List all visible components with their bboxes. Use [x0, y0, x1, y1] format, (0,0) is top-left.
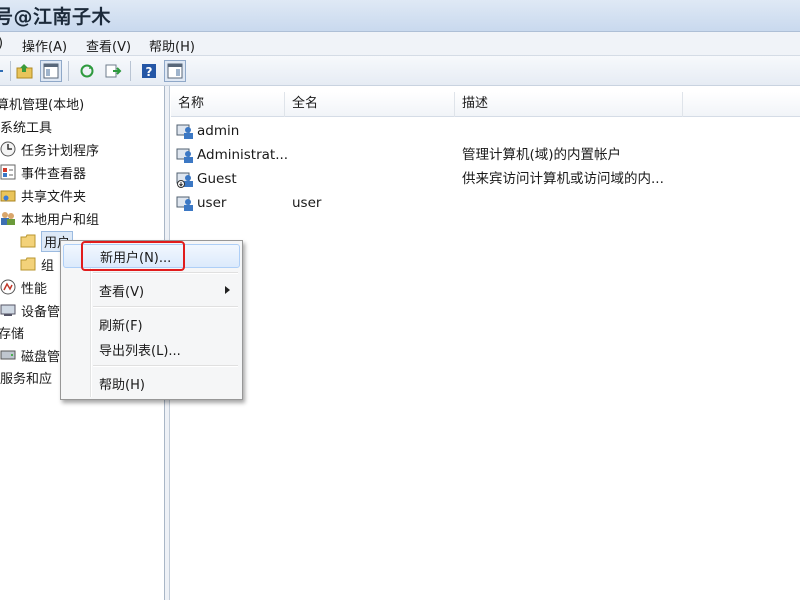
menu-item-help[interactable]: 帮助(H) — [63, 371, 240, 395]
menu-help[interactable]: 帮助(H) — [149, 36, 195, 55]
clock-icon — [0, 141, 16, 157]
window-title: 号@江南子木 — [0, 6, 112, 28]
user-fullname — [292, 167, 452, 191]
user-fullname — [292, 119, 452, 143]
tree-item-shared-folders[interactable]: 共享文件夹 — [0, 184, 86, 206]
title-bar[interactable]: 号@江南子木 — [0, 0, 800, 32]
tree-item-task-scheduler[interactable]: 任务计划程序 — [0, 138, 99, 160]
users-list-view: 名称 全名 描述 admin Administrat... 管理计算机(域)的内… — [171, 86, 800, 600]
export-icon[interactable] — [102, 60, 124, 82]
menu-separator — [93, 306, 238, 307]
tree-item-performance[interactable]: 性能 — [0, 276, 47, 298]
tree-item-label: 服务和应 — [0, 371, 53, 387]
tree-item-label: 任务计划程序 — [21, 143, 100, 159]
properties-icon[interactable] — [164, 60, 186, 82]
tree-item-groups[interactable]: 组 — [20, 253, 54, 275]
user-name-cell: admin — [176, 119, 289, 143]
help-icon[interactable]: ? — [138, 60, 160, 82]
event-viewer-icon — [0, 164, 16, 180]
disk-icon — [0, 350, 16, 360]
user-name-cell: user — [176, 191, 289, 215]
tree-item-label: 磁盘管 — [21, 349, 61, 365]
refresh-icon[interactable] — [76, 60, 98, 82]
user-description — [462, 119, 782, 143]
disabled-user-icon — [176, 172, 193, 188]
user-fullname: user — [292, 195, 322, 211]
user-icon — [176, 196, 193, 211]
tree-item-label: 性能 — [21, 281, 48, 297]
toolbar: ? — [0, 56, 800, 86]
menu-item-export-list[interactable]: 导出列表(L)... — [63, 337, 240, 361]
list-row[interactable]: Administrat... 管理计算机(域)的内置帐户 — [171, 143, 800, 167]
menu-separator — [93, 272, 238, 273]
tree-item-system-tools[interactable]: 系统工具 — [0, 115, 52, 137]
tree-item-event-viewer[interactable]: 事件查看器 — [0, 161, 86, 183]
folder-icon — [20, 234, 36, 248]
submenu-arrow-icon — [225, 286, 230, 294]
tree-item-label: 组 — [41, 258, 55, 274]
tree-item-services-apps[interactable]: 服务和应 — [0, 366, 52, 388]
folder-icon — [20, 257, 36, 271]
toolbar-separator — [130, 61, 131, 81]
menu-item-refresh[interactable]: 刷新(F) — [63, 312, 240, 336]
performance-icon — [0, 279, 16, 295]
svg-text:?: ? — [146, 65, 153, 79]
user-icon — [176, 148, 193, 163]
column-header-description[interactable]: 描述 — [455, 92, 683, 117]
list-header: 名称 全名 描述 — [171, 92, 800, 117]
users-groups-icon — [1, 212, 15, 225]
tree-item-label: 设备管 — [21, 304, 61, 320]
toolbar-separator — [68, 61, 69, 81]
tree-item-computer-management[interactable]: 算机管理(本地) — [0, 92, 84, 114]
tree-item-disk-management[interactable]: 磁盘管 — [0, 344, 60, 366]
user-name: Administrat... — [197, 147, 289, 163]
red-highlight-box — [81, 241, 185, 271]
tree-item-local-users-groups[interactable]: 本地用户和组 — [0, 207, 99, 229]
menu-separator — [93, 365, 238, 366]
menu-item-view[interactable]: 查看(V) — [63, 278, 240, 302]
user-name-cell: Administrat... — [176, 143, 289, 167]
list-row[interactable]: user user — [171, 191, 800, 215]
menu-bar: ) 操作(A) 查看(V) 帮助(H) — [0, 32, 800, 56]
toolbar-separator — [10, 61, 11, 81]
menu-item-label: 查看(V) — [99, 284, 145, 300]
user-description: 管理计算机(域)的内置帐户 — [462, 147, 622, 163]
shared-folder-icon — [0, 190, 16, 202]
tree-item-label: 事件查看器 — [21, 166, 87, 182]
device-manager-icon — [0, 304, 16, 316]
column-header-name[interactable]: 名称 — [171, 92, 285, 117]
tree-item-label: 系统工具 — [0, 120, 53, 136]
user-icon — [176, 124, 193, 139]
tree-item-label: 存储 — [0, 326, 25, 342]
menu-action[interactable]: 操作(A) — [22, 36, 67, 55]
up-folder-icon[interactable] — [14, 60, 36, 82]
list-row[interactable]: Guest 供来宾访问计算机或访问域的内... — [171, 167, 800, 191]
user-description: 供来宾访问计算机或访问域的内... — [462, 171, 664, 187]
tree-item-label: 本地用户和组 — [21, 212, 100, 228]
tree-item-storage[interactable]: 存储 — [0, 321, 24, 343]
user-name: Guest — [197, 171, 237, 187]
user-name: admin — [197, 123, 240, 139]
list-row[interactable]: admin — [171, 119, 800, 143]
column-header-fullname[interactable]: 全名 — [285, 92, 455, 117]
tree-item-label: 算机管理(本地) — [0, 97, 85, 113]
tree-item-label: 共享文件夹 — [21, 189, 87, 205]
show-tree-icon[interactable] — [40, 60, 62, 82]
user-name-cell: Guest — [176, 167, 289, 191]
user-name: user — [197, 195, 227, 211]
computer-management-window: 号@江南子木 ) 操作(A) 查看(V) 帮助(H) ? — [0, 0, 800, 600]
back-icon[interactable] — [0, 60, 10, 82]
tree-item-device-manager[interactable]: 设备管 — [0, 299, 60, 321]
menu-file[interactable]: ) — [0, 36, 3, 51]
user-fullname — [292, 143, 452, 167]
menu-view[interactable]: 查看(V) — [86, 36, 131, 55]
user-description — [462, 191, 782, 215]
